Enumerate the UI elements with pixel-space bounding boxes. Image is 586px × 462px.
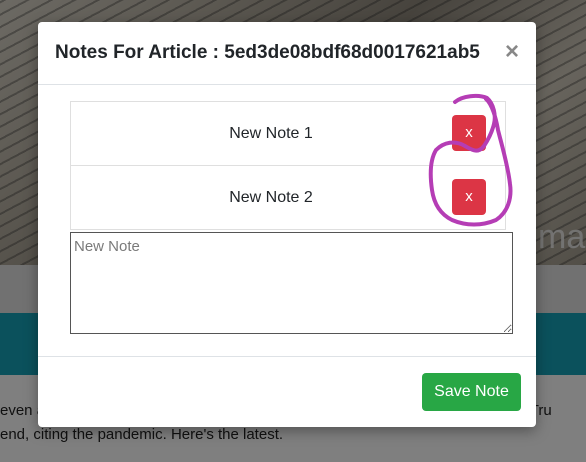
modal-header: Notes For Article : 5ed3de08bdf68d001762… <box>38 22 536 85</box>
note-item: New Note 2 x <box>70 165 506 230</box>
close-button[interactable]: × <box>502 40 522 64</box>
delete-note-button[interactable]: x <box>452 179 486 215</box>
delete-note-button[interactable]: x <box>452 115 486 151</box>
note-text: New Note 2 <box>229 189 313 206</box>
note-text: New Note 1 <box>229 125 313 142</box>
new-note-textarea[interactable] <box>70 232 513 334</box>
notes-modal: Notes For Article : 5ed3de08bdf68d001762… <box>38 22 536 427</box>
save-note-button[interactable]: Save Note <box>422 373 521 411</box>
modal-footer-divider <box>38 356 536 357</box>
notes-list: New Note 1 x New Note 2 x <box>70 101 506 230</box>
modal-title: Notes For Article : 5ed3de08bdf68d001762… <box>55 42 480 63</box>
note-item: New Note 1 x <box>70 101 506 166</box>
